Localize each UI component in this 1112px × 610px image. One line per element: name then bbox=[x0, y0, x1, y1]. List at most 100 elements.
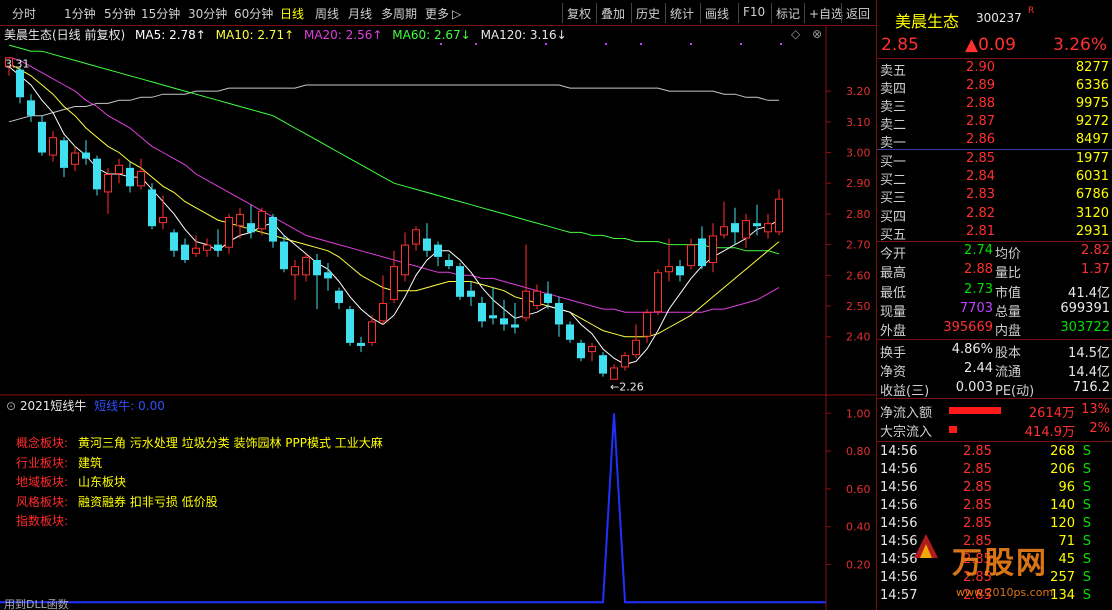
candle[interactable] bbox=[764, 213, 772, 239]
period-tab-0[interactable]: 分时 bbox=[12, 5, 36, 22]
chart-close-icon[interactable]: ⊗ bbox=[812, 27, 822, 41]
candle[interactable] bbox=[104, 167, 112, 214]
candle[interactable] bbox=[302, 253, 310, 282]
candle[interactable] bbox=[390, 250, 398, 303]
ask-volume: 8277 bbox=[1075, 60, 1109, 75]
period-tab-1[interactable]: 1分钟 bbox=[64, 5, 96, 22]
candle[interactable] bbox=[522, 244, 530, 322]
candle[interactable] bbox=[137, 158, 145, 190]
action-button-1[interactable]: 叠加 bbox=[601, 5, 625, 22]
candle[interactable] bbox=[445, 253, 453, 270]
indicator-collapse-icon[interactable]: ⊙ bbox=[6, 399, 16, 413]
candle[interactable] bbox=[753, 204, 761, 236]
candle[interactable] bbox=[533, 284, 541, 310]
candle[interactable] bbox=[500, 299, 508, 331]
candle[interactable] bbox=[577, 339, 585, 362]
candle[interactable] bbox=[412, 226, 420, 251]
candle[interactable] bbox=[456, 263, 464, 300]
period-tab-8[interactable]: 月线 bbox=[348, 5, 372, 22]
candle[interactable] bbox=[720, 201, 728, 239]
candle[interactable] bbox=[698, 226, 706, 270]
toolbar-divider bbox=[596, 3, 597, 23]
candle[interactable] bbox=[214, 229, 222, 257]
candle[interactable] bbox=[225, 213, 233, 254]
period-tab-3[interactable]: 15分钟 bbox=[141, 5, 180, 22]
candle[interactable] bbox=[27, 94, 35, 122]
candle[interactable] bbox=[159, 195, 167, 230]
bid-row[interactable]: 买三 2.83 6786 bbox=[877, 187, 1112, 206]
candle[interactable] bbox=[511, 302, 519, 334]
candle[interactable] bbox=[357, 336, 365, 353]
candle[interactable] bbox=[775, 189, 783, 236]
candle[interactable] bbox=[49, 131, 57, 162]
bid-row[interactable]: 买一 2.85 1977 bbox=[877, 151, 1112, 170]
flow-label: 大宗流入 bbox=[880, 425, 933, 440]
candle[interactable] bbox=[555, 296, 563, 337]
candle[interactable] bbox=[588, 342, 596, 362]
candle[interactable] bbox=[313, 253, 321, 310]
candle[interactable] bbox=[269, 213, 277, 248]
action-button-4[interactable]: 画线 bbox=[705, 5, 729, 22]
ask-row[interactable]: 卖四 2.89 6336 bbox=[877, 78, 1112, 97]
candle[interactable] bbox=[291, 259, 299, 300]
candle[interactable] bbox=[379, 275, 387, 325]
candle[interactable] bbox=[566, 321, 574, 343]
candle[interactable] bbox=[467, 281, 475, 307]
candle[interactable] bbox=[71, 146, 79, 171]
candle[interactable] bbox=[148, 183, 156, 230]
candle[interactable] bbox=[16, 66, 24, 104]
candle[interactable] bbox=[709, 223, 717, 273]
bid-row[interactable]: 买四 2.82 3120 bbox=[877, 206, 1112, 225]
candle[interactable] bbox=[401, 232, 409, 282]
period-tab-5[interactable]: 60分钟 bbox=[234, 5, 273, 22]
action-button-2[interactable]: 历史 bbox=[636, 5, 660, 22]
action-button-7[interactable]: +自选 bbox=[809, 5, 843, 22]
candle[interactable] bbox=[236, 207, 244, 239]
action-button-5[interactable]: F10 bbox=[743, 5, 765, 19]
candle[interactable] bbox=[632, 324, 640, 359]
candle[interactable] bbox=[423, 223, 431, 257]
candle[interactable] bbox=[60, 137, 68, 178]
candle[interactable] bbox=[610, 364, 618, 380]
action-button-3[interactable]: 统计 bbox=[670, 5, 694, 22]
ask-row[interactable]: 卖二 2.87 9272 bbox=[877, 114, 1112, 133]
period-tab-4[interactable]: 30分钟 bbox=[188, 5, 227, 22]
candle[interactable] bbox=[170, 229, 178, 257]
candle[interactable] bbox=[643, 309, 651, 343]
period-tab-10[interactable]: 更多 ▷ bbox=[425, 5, 461, 22]
candle[interactable] bbox=[280, 235, 288, 273]
action-button-8[interactable]: 返回 bbox=[846, 5, 870, 22]
candle[interactable] bbox=[621, 352, 629, 371]
candle[interactable] bbox=[599, 352, 607, 377]
candle[interactable] bbox=[115, 158, 123, 184]
period-tab-7[interactable]: 周线 bbox=[315, 5, 339, 22]
candle[interactable] bbox=[676, 259, 684, 282]
candle[interactable] bbox=[742, 213, 750, 248]
candle[interactable] bbox=[654, 269, 662, 316]
period-tab-9[interactable]: 多周期 bbox=[381, 5, 417, 22]
period-tab-6[interactable]: 日线 bbox=[280, 5, 304, 22]
kline-chart[interactable]: 3.20 3.10 3.00 2.90 2.80 2.70 2.60 2.50 2.40 3.31… bbox=[0, 26, 876, 396]
candle[interactable] bbox=[93, 155, 101, 196]
candle[interactable] bbox=[126, 161, 134, 193]
candle[interactable] bbox=[82, 140, 90, 165]
bid-row[interactable]: 买五 2.81 2931 bbox=[877, 224, 1112, 243]
action-button-6[interactable]: 标记 bbox=[776, 5, 800, 22]
candle[interactable] bbox=[346, 306, 354, 346]
candle[interactable] bbox=[489, 287, 497, 325]
candle[interactable] bbox=[181, 238, 189, 264]
candle[interactable] bbox=[478, 296, 486, 328]
candle[interactable] bbox=[687, 238, 695, 270]
period-tab-2[interactable]: 5分钟 bbox=[104, 5, 136, 22]
action-button-0[interactable]: 复权 bbox=[567, 5, 591, 22]
ask-row[interactable]: 卖一 2.86 8497 bbox=[877, 132, 1112, 151]
ask-row[interactable]: 卖三 2.88 9975 bbox=[877, 96, 1112, 115]
ask-row[interactable]: 卖五 2.90 8277 bbox=[877, 60, 1112, 79]
candle[interactable] bbox=[203, 238, 211, 257]
chart-settings-icon[interactable]: ◇ bbox=[791, 27, 800, 41]
candle[interactable] bbox=[731, 207, 739, 245]
candle[interactable] bbox=[434, 241, 442, 267]
candle[interactable] bbox=[38, 115, 46, 156]
candle[interactable] bbox=[335, 287, 343, 310]
bid-row[interactable]: 买二 2.84 6031 bbox=[877, 169, 1112, 188]
